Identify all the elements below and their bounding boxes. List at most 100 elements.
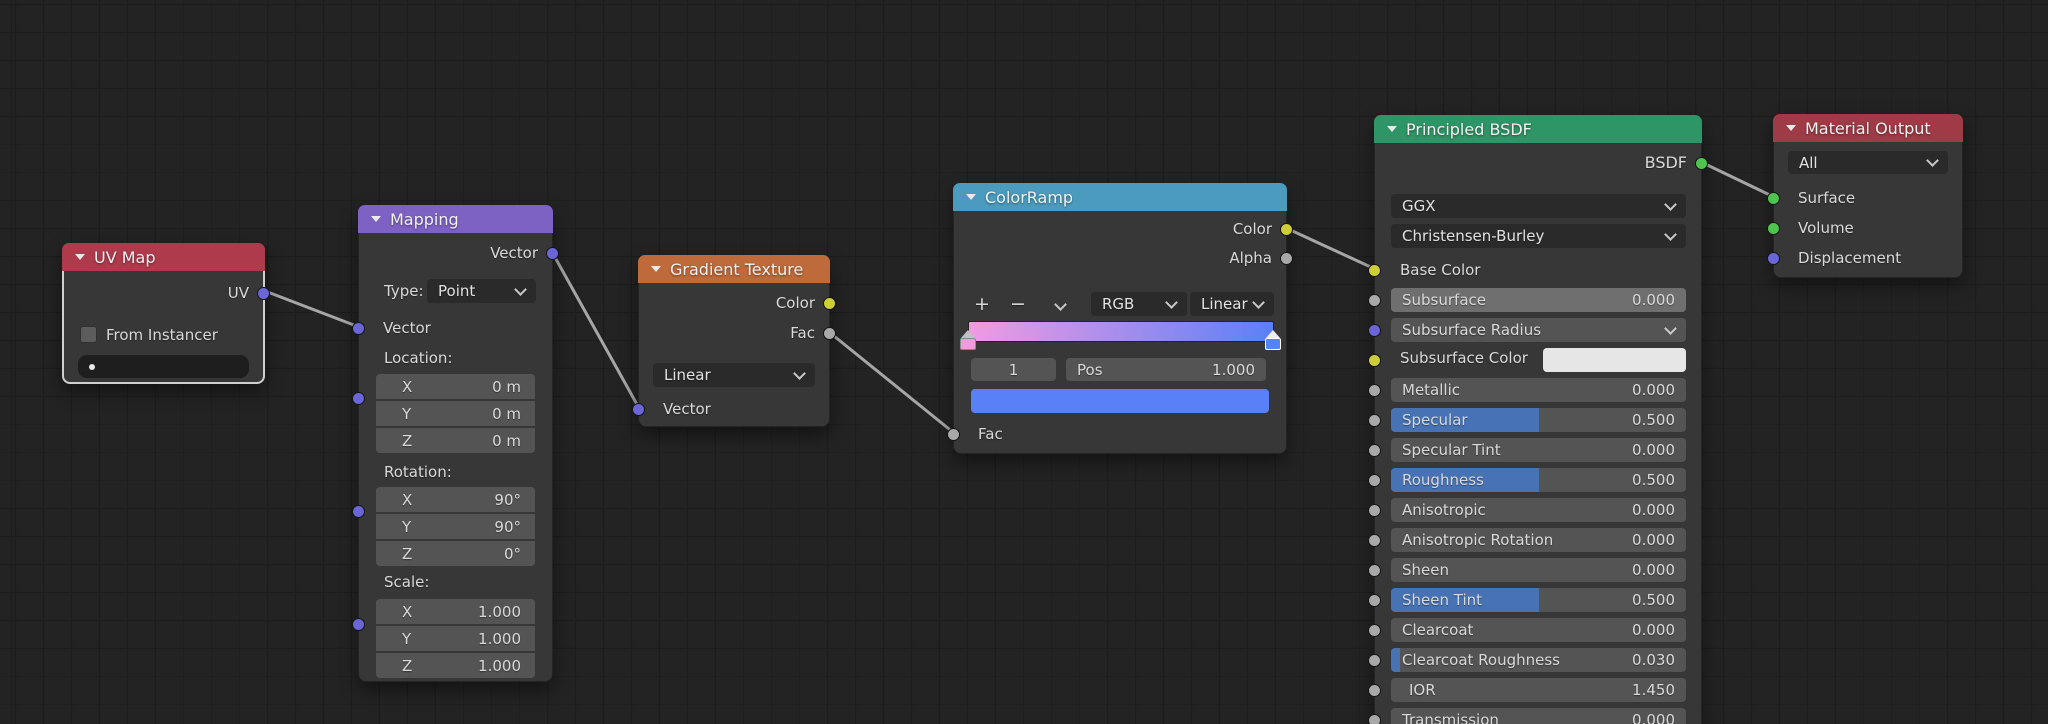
collapse-triangle-icon[interactable]: [966, 194, 976, 200]
socket-input-scale[interactable]: [352, 618, 365, 631]
node-mapping[interactable]: Mapping Vector Type: Point Vector Locati…: [352, 205, 559, 682]
stop-position-slider[interactable]: Pos 1.000: [1066, 358, 1266, 381]
mapping-type-dropdown[interactable]: Point: [427, 279, 536, 303]
node-colorramp[interactable]: ColorRamp Color Alpha + − RGB Linear 1 P…: [947, 183, 1293, 454]
rotation-z-field[interactable]: Z 0°: [376, 541, 535, 566]
transmission-slider[interactable]: Transmission 0.000: [1391, 708, 1686, 724]
socket-input-volume[interactable]: [1767, 222, 1780, 235]
socket-output-fac[interactable]: [823, 327, 836, 340]
colorramp-specials-menu-button[interactable]: [1048, 292, 1072, 316]
wire-principled-to-output: [1699, 160, 1776, 199]
distribution-dropdown[interactable]: GGX: [1391, 194, 1686, 218]
slider-value: 0.500: [1632, 411, 1675, 429]
active-stop-color-swatch[interactable]: [971, 389, 1269, 413]
socket-input-sheen-tint[interactable]: [1368, 594, 1381, 607]
anisotropic-rotation-slider[interactable]: Anisotropic Rotation 0.000: [1391, 528, 1686, 552]
dropdown-value: RGB: [1102, 295, 1135, 313]
socket-input-specular[interactable]: [1368, 414, 1381, 427]
socket-input-clearcoat[interactable]: [1368, 624, 1381, 637]
anisotropic-slider[interactable]: Anisotropic 0.000: [1391, 498, 1686, 522]
interpolation-dropdown[interactable]: Linear: [1190, 292, 1274, 316]
colorramp-header[interactable]: ColorRamp: [953, 183, 1287, 211]
socket-output-color[interactable]: [823, 297, 836, 310]
node-gradient-texture[interactable]: Gradient Texture Color Fac Linear Vector: [632, 255, 836, 427]
socket-input-fac[interactable]: [947, 428, 960, 441]
sheen-tint-slider[interactable]: Sheen Tint 0.500: [1391, 588, 1686, 612]
rotation-y-field[interactable]: Y 90°: [376, 514, 535, 539]
socket-output-bsdf[interactable]: [1695, 157, 1708, 170]
socket-input-surface[interactable]: [1767, 192, 1780, 205]
remove-stop-button[interactable]: −: [1006, 292, 1030, 316]
colorramp-stop-1-active[interactable]: [1265, 330, 1281, 350]
specular-slider[interactable]: Specular 0.500: [1391, 408, 1686, 432]
location-z-field[interactable]: Z 0 m: [376, 428, 535, 453]
socket-input-displacement[interactable]: [1767, 252, 1780, 265]
specular-tint-slider[interactable]: Specular Tint 0.000: [1391, 438, 1686, 462]
socket-input-ior[interactable]: [1368, 684, 1381, 697]
collapse-triangle-icon[interactable]: [1387, 126, 1397, 132]
uv-map-header[interactable]: UV Map: [62, 243, 265, 271]
socket-output-color[interactable]: [1280, 223, 1293, 236]
collapse-triangle-icon[interactable]: [75, 254, 85, 260]
roughness-slider[interactable]: Roughness 0.500: [1391, 468, 1686, 492]
socket-input-subsurface[interactable]: [1368, 294, 1381, 307]
socket-input-anisotropic-rotation[interactable]: [1368, 534, 1381, 547]
colorramp-gradient-bar[interactable]: [968, 321, 1274, 342]
socket-input-subsurface-color[interactable]: [1368, 354, 1381, 367]
clearcoat-roughness-slider[interactable]: Clearcoat Roughness 0.030: [1391, 648, 1686, 672]
location-y-field[interactable]: Y 0 m: [376, 401, 535, 426]
node-principled-bsdf[interactable]: Principled BSDF BSDF GGX Christensen-Bur…: [1368, 115, 1708, 724]
add-stop-button[interactable]: +: [970, 292, 994, 316]
node-material-output[interactable]: Material Output All Surface Volume Displ…: [1767, 114, 1963, 278]
socket-input-location[interactable]: [352, 392, 365, 405]
subsurface-color-swatch[interactable]: [1543, 348, 1686, 372]
socket-output-uv[interactable]: [257, 287, 270, 300]
collapse-triangle-icon[interactable]: [371, 216, 381, 222]
collapse-triangle-icon[interactable]: [1786, 125, 1796, 131]
socket-input-sheen[interactable]: [1368, 564, 1381, 577]
rotation-x-field[interactable]: X 90°: [376, 487, 535, 512]
mapping-header[interactable]: Mapping: [358, 205, 553, 233]
slider-label: Subsurface: [1402, 291, 1486, 309]
slider-label: Clearcoat Roughness: [1402, 651, 1560, 669]
from-instancer-checkbox[interactable]: [80, 326, 97, 343]
subsurface-method-dropdown[interactable]: Christensen-Burley: [1391, 224, 1686, 248]
gradient-type-dropdown[interactable]: Linear: [653, 363, 815, 387]
socket-input-roughness[interactable]: [1368, 474, 1381, 487]
socket-input-base-color[interactable]: [1368, 264, 1381, 277]
chevron-down-icon: [1926, 154, 1939, 167]
node-uv-map[interactable]: UV Map UV From Instancer: [62, 243, 270, 384]
socket-input-vector[interactable]: [352, 322, 365, 335]
scale-z-field[interactable]: Z 1.000: [376, 653, 535, 678]
active-stop-index-field[interactable]: 1: [971, 358, 1056, 381]
sheen-slider[interactable]: Sheen 0.000: [1391, 558, 1686, 582]
principled-bsdf-header[interactable]: Principled BSDF: [1374, 115, 1702, 143]
socket-input-metallic[interactable]: [1368, 384, 1381, 397]
socket-input-clearcoat-roughness[interactable]: [1368, 654, 1381, 667]
node-editor-canvas[interactable]: UV Map UV From Instancer Mapping Vector …: [0, 0, 2048, 724]
colorramp-stop-0[interactable]: [960, 330, 976, 350]
subsurface-radius-dropdown[interactable]: Subsurface Radius: [1391, 318, 1686, 342]
scale-y-field[interactable]: Y 1.000: [376, 626, 535, 651]
subsurface-slider[interactable]: Subsurface 0.000: [1391, 288, 1686, 312]
socket-input-subsurface-radius[interactable]: [1368, 324, 1381, 337]
scale-x-field[interactable]: X 1.000: [376, 599, 535, 624]
metallic-slider[interactable]: Metallic 0.000: [1391, 378, 1686, 402]
ior-slider[interactable]: IOR 1.450: [1391, 678, 1686, 702]
socket-input-vector[interactable]: [632, 403, 645, 416]
gradient-texture-header[interactable]: Gradient Texture: [638, 255, 830, 283]
socket-output-vector[interactable]: [546, 247, 559, 260]
material-output-header[interactable]: Material Output: [1773, 114, 1963, 142]
color-mode-dropdown[interactable]: RGB: [1091, 292, 1187, 316]
clearcoat-slider[interactable]: Clearcoat 0.000: [1391, 618, 1686, 642]
location-x-field[interactable]: X 0 m: [376, 374, 535, 399]
socket-input-rotation[interactable]: [352, 505, 365, 518]
collapse-triangle-icon[interactable]: [651, 266, 661, 272]
wire-colorramp-to-principled: [1284, 226, 1377, 271]
socket-input-anisotropic[interactable]: [1368, 504, 1381, 517]
uv-map-selector[interactable]: [78, 355, 249, 378]
target-dropdown[interactable]: All: [1788, 151, 1948, 174]
socket-output-alpha[interactable]: [1280, 252, 1293, 265]
socket-input-transmission[interactable]: [1368, 714, 1381, 724]
socket-input-specular-tint[interactable]: [1368, 444, 1381, 457]
